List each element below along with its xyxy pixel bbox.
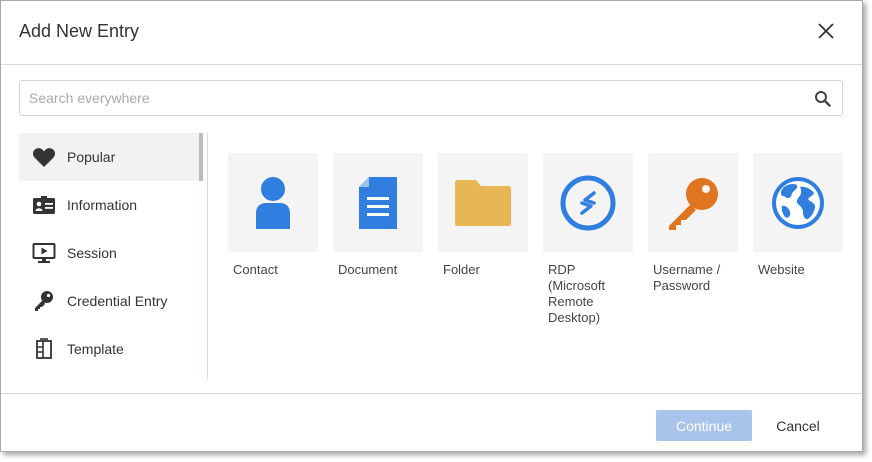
search-box — [19, 80, 843, 116]
sidebar-item-label: Information — [67, 197, 138, 213]
sidebar-item-session[interactable]: Session — [19, 229, 199, 277]
sidebar-item-label: Template — [67, 341, 124, 357]
entry-tile-username-password[interactable]: Username / Password — [648, 153, 738, 294]
sidebar-item-credential-entry[interactable]: Credential Entry — [19, 277, 199, 325]
tile-label: Document — [338, 262, 398, 277]
entry-tile-document[interactable]: Document — [333, 153, 423, 278]
close-button[interactable] — [816, 21, 836, 41]
dialog-title: Add New Entry — [19, 21, 140, 41]
search-icon[interactable] — [814, 90, 832, 108]
entry-tile-folder[interactable]: Folder — [438, 153, 528, 278]
close-icon — [818, 23, 834, 39]
document-icon — [359, 176, 397, 229]
sidebar-item-label: Session — [67, 245, 117, 261]
tile-label: Folder — [443, 262, 480, 277]
sidebar-item-label: Popular — [67, 149, 116, 165]
sidebar-item-popular[interactable]: Popular — [19, 133, 203, 181]
entry-tile-website[interactable]: Website — [753, 153, 843, 278]
sidebar-item-label: Credential Entry — [67, 293, 168, 309]
tile-icon-box — [543, 153, 633, 252]
tile-label: Contact — [233, 262, 278, 277]
key-icon — [669, 177, 718, 230]
dialog-footer: Continue Cancel — [1, 393, 862, 452]
sidebar-item-template[interactable]: Template — [19, 325, 199, 373]
template-icon — [36, 338, 52, 359]
continue-button[interactable]: Continue — [656, 410, 752, 441]
entry-tile-contact[interactable]: Contact — [228, 153, 318, 278]
category-sidebar: Popular Information Session Credential E… — [19, 133, 208, 379]
monitor-play-icon — [32, 243, 56, 263]
search-input[interactable] — [20, 81, 800, 115]
globe-icon — [772, 176, 824, 229]
dialog-header: Add New Entry — [1, 1, 862, 65]
tile-icon-box — [648, 153, 738, 252]
person-icon — [256, 176, 290, 229]
id-card-icon — [33, 196, 55, 214]
tile-icon-box — [228, 153, 318, 252]
sidebar-item-information[interactable]: Information — [19, 181, 199, 229]
tile-label: RDP (Microsoft Remote Desktop) — [548, 262, 606, 325]
cancel-button[interactable]: Cancel — [763, 410, 833, 441]
folder-icon — [455, 179, 511, 226]
tile-label: Website — [758, 262, 805, 277]
key-icon — [35, 291, 53, 311]
rdp-icon — [560, 175, 616, 230]
add-new-entry-dialog: Add New Entry Popular — [0, 0, 863, 452]
tile-label: Username / Password — [653, 262, 721, 293]
entry-tile-rdp[interactable]: RDP (Microsoft Remote Desktop) — [543, 153, 633, 326]
tile-icon-box — [753, 153, 843, 252]
tile-icon-box — [333, 153, 423, 252]
tile-icon-box — [438, 153, 528, 252]
heart-icon — [32, 148, 56, 167]
